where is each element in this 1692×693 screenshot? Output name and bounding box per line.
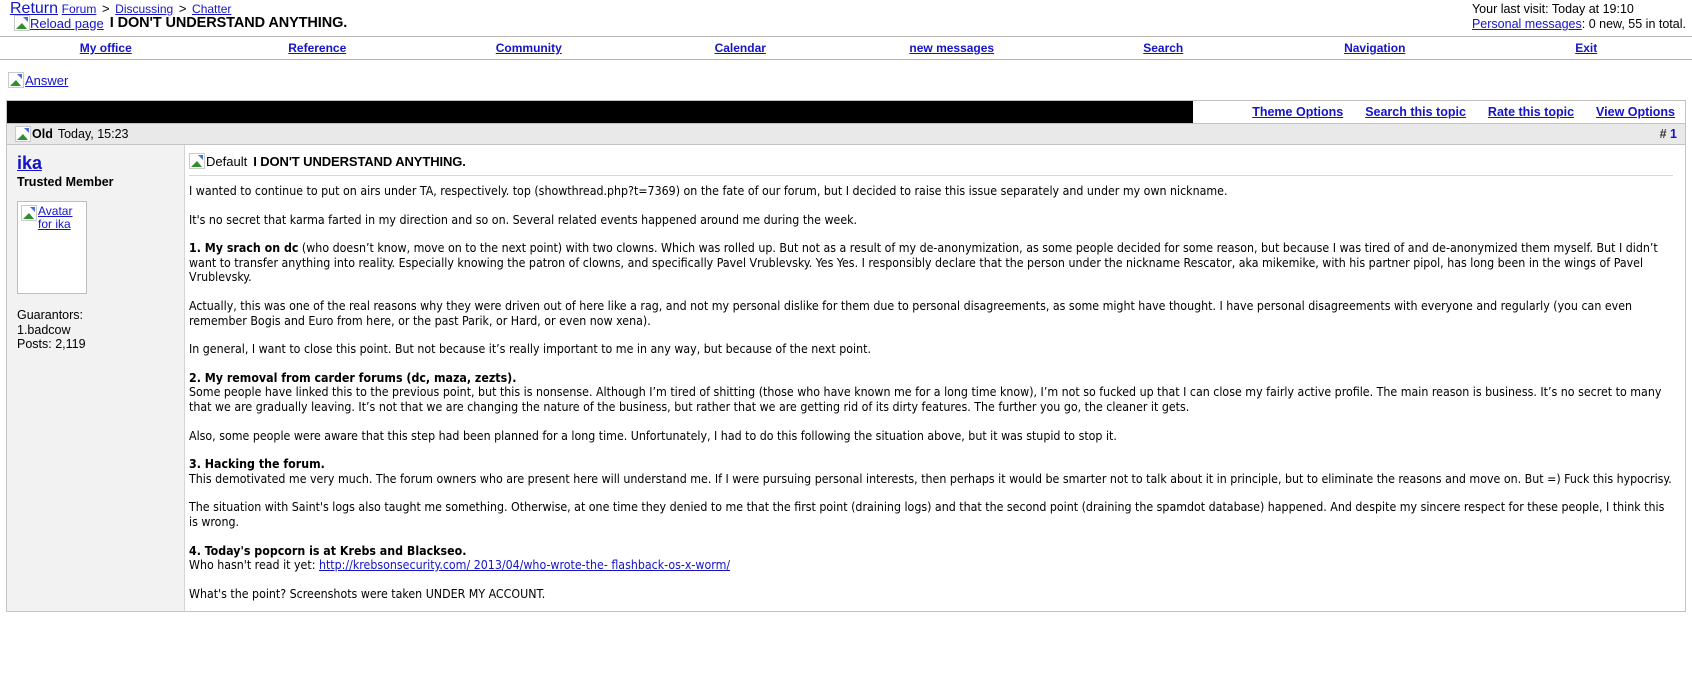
- guarantor-item: 1.badcow: [17, 322, 71, 337]
- thread-title-row: Reload page I DON'T UNDERSTAND ANYTHING.: [14, 15, 347, 31]
- nav-link-navigation[interactable]: Navigation: [1344, 41, 1405, 55]
- thread-toolbar: Theme Options Search this topic Rate thi…: [6, 100, 1686, 123]
- last-visit-text: Your last visit: Today at 19:10: [1471, 2, 1634, 16]
- breadcrumb-item-chatter[interactable]: Chatter: [192, 2, 231, 16]
- author-username-link[interactable]: ika: [17, 153, 42, 173]
- nav-link-new-messages[interactable]: new messages: [909, 41, 994, 55]
- nav-item-community[interactable]: Community: [423, 41, 635, 55]
- view-options-link[interactable]: View Options: [1596, 105, 1675, 119]
- nav-link-search[interactable]: Search: [1143, 41, 1183, 55]
- personal-messages-status: : 0 new, 55 in total.: [1581, 17, 1686, 31]
- author-stats: Guarantors: 1.badcow Posts: 2,119: [17, 308, 174, 352]
- post-icon-label: Default: [206, 153, 248, 169]
- post-paragraph: 2. My removal from carder forums (dc, ma…: [189, 371, 1673, 415]
- post-meta-row: Old Today, 15:23 # 1: [6, 123, 1686, 145]
- reload-page-link[interactable]: Reload page: [30, 16, 104, 31]
- main-nav: My office Reference Community Calendar n…: [0, 37, 1692, 60]
- visit-info: Your last visit: Today at 19:10 Personal…: [1472, 2, 1686, 32]
- breadcrumb-separator: >: [101, 1, 110, 16]
- post-paragraph: I wanted to continue to put on airs unde…: [189, 184, 1228, 198]
- nav-item-reference[interactable]: Reference: [212, 41, 424, 55]
- guarantors-label: Guarantors:: [17, 308, 84, 322]
- top-bar: Return Forum > Discussing > Chatter Relo…: [0, 0, 1692, 37]
- avatar-alt-text: Avatar for ika: [38, 204, 73, 231]
- post-subject: I DON'T UNDERSTAND ANYTHING.: [253, 153, 466, 169]
- nav-item-navigation[interactable]: Navigation: [1269, 41, 1481, 55]
- broken-image-icon: [21, 205, 37, 221]
- broken-image-icon: [8, 72, 24, 88]
- external-article-link[interactable]: http://krebsonsecurity.com/ 2013/04/who-…: [319, 558, 730, 572]
- theme-options-link[interactable]: Theme Options: [1252, 105, 1343, 119]
- post-paragraph: 1. My srach on dc (who doesn’t know, mov…: [189, 241, 1673, 285]
- avatar-placeholder: Avatar for ika: [21, 205, 83, 231]
- author-rank: Trusted Member: [17, 175, 114, 189]
- post-paragraph: It's no secret that karma farted in my d…: [189, 212, 858, 227]
- breadcrumb-item-forum[interactable]: Forum: [62, 2, 97, 16]
- thread-toolbar-links: Theme Options Search this topic Rate thi…: [1193, 101, 1685, 123]
- post-author-panel: ika Trusted Member Avatar for ika Guaran…: [7, 145, 185, 612]
- personal-messages-link[interactable]: Personal messages: [1472, 17, 1582, 31]
- post-number[interactable]: # 1: [1660, 127, 1677, 141]
- paragraph-text: This demotivated me very much. The forum…: [189, 471, 1672, 486]
- post-paragraph: In general, I want to close this point. …: [189, 342, 871, 357]
- answer-row: Answer: [0, 60, 1692, 100]
- nav-link-reference[interactable]: Reference: [288, 41, 346, 55]
- broken-image-icon: [14, 15, 30, 31]
- nav-item-new-messages[interactable]: new messages: [846, 41, 1058, 55]
- post-subject-row: Default I DON'T UNDERSTAND ANYTHING.: [189, 153, 1673, 176]
- post-paragraph: Actually, this was one of the real reaso…: [189, 298, 1633, 328]
- nav-link-community[interactable]: Community: [496, 41, 562, 55]
- post-content: I wanted to continue to put on airs unde…: [189, 176, 1673, 601]
- answer-button[interactable]: Answer: [8, 72, 68, 88]
- paragraph-heading-bold: 4. Today's popcorn is at Krebs and Black…: [189, 543, 467, 558]
- broken-image-icon: [15, 126, 31, 142]
- personal-messages-row: Personal messages: 0 new, 55 in total.: [1472, 17, 1686, 32]
- post-number-value[interactable]: 1: [1670, 127, 1677, 141]
- paragraph-text: Some people have linked this to the prev…: [189, 385, 1662, 414]
- post-number-hash: #: [1659, 127, 1667, 141]
- nav-item-calendar[interactable]: Calendar: [635, 41, 847, 55]
- thread-banner: [7, 101, 1193, 123]
- answer-button-label: Answer: [25, 72, 69, 88]
- rate-this-topic-link[interactable]: Rate this topic: [1488, 105, 1574, 119]
- broken-image-icon: [189, 153, 205, 169]
- page-title: I DON'T UNDERSTAND ANYTHING.: [109, 15, 348, 31]
- breadcrumb-item-discussing[interactable]: Discussing: [115, 2, 173, 16]
- nav-item-search[interactable]: Search: [1058, 41, 1270, 55]
- post-paragraph: Also, some people were aware that this s…: [189, 428, 1117, 443]
- post-timestamp: Today, 15:23: [57, 127, 129, 141]
- paragraph-text: Who hasn't read it yet:: [189, 558, 319, 573]
- paragraph-heading-bold: 3. Hacking the forum.: [189, 457, 325, 472]
- post-paragraph: 3. Hacking the forum. This demotivated me…: [189, 457, 1673, 486]
- post-count: Posts: 2,119: [17, 337, 86, 351]
- avatar: Avatar for ika: [17, 201, 87, 294]
- nav-link-my-office[interactable]: My office: [80, 41, 132, 55]
- post-body-panel: Default I DON'T UNDERSTAND ANYTHING. I w…: [185, 145, 1685, 611]
- paragraph-heading-bold: 2. My removal from carder forums (dc, ma…: [189, 370, 517, 385]
- paragraph-lead-bold: 1. My srach on dc: [189, 241, 299, 256]
- nav-item-my-office[interactable]: My office: [0, 41, 212, 55]
- post-container: ika Trusted Member Avatar for ika Guaran…: [6, 145, 1686, 613]
- nav-link-exit[interactable]: Exit: [1575, 41, 1597, 55]
- breadcrumb-separator: >: [178, 1, 187, 16]
- post-paragraph: What's the point? Screenshots were taken…: [189, 586, 546, 601]
- search-this-topic-link[interactable]: Search this topic: [1365, 105, 1466, 119]
- post-status-label: Old: [32, 127, 53, 141]
- post-status: Old Today, 15:23: [15, 126, 1660, 142]
- paragraph-text: (who doesn’t know, move on to the next p…: [189, 241, 1658, 285]
- post-paragraph: The situation with Saint's logs also tau…: [189, 500, 1665, 529]
- nav-link-calendar[interactable]: Calendar: [715, 41, 766, 55]
- post-paragraph: 4. Today's popcorn is at Krebs and Black…: [189, 544, 1673, 573]
- nav-item-exit[interactable]: Exit: [1481, 41, 1692, 55]
